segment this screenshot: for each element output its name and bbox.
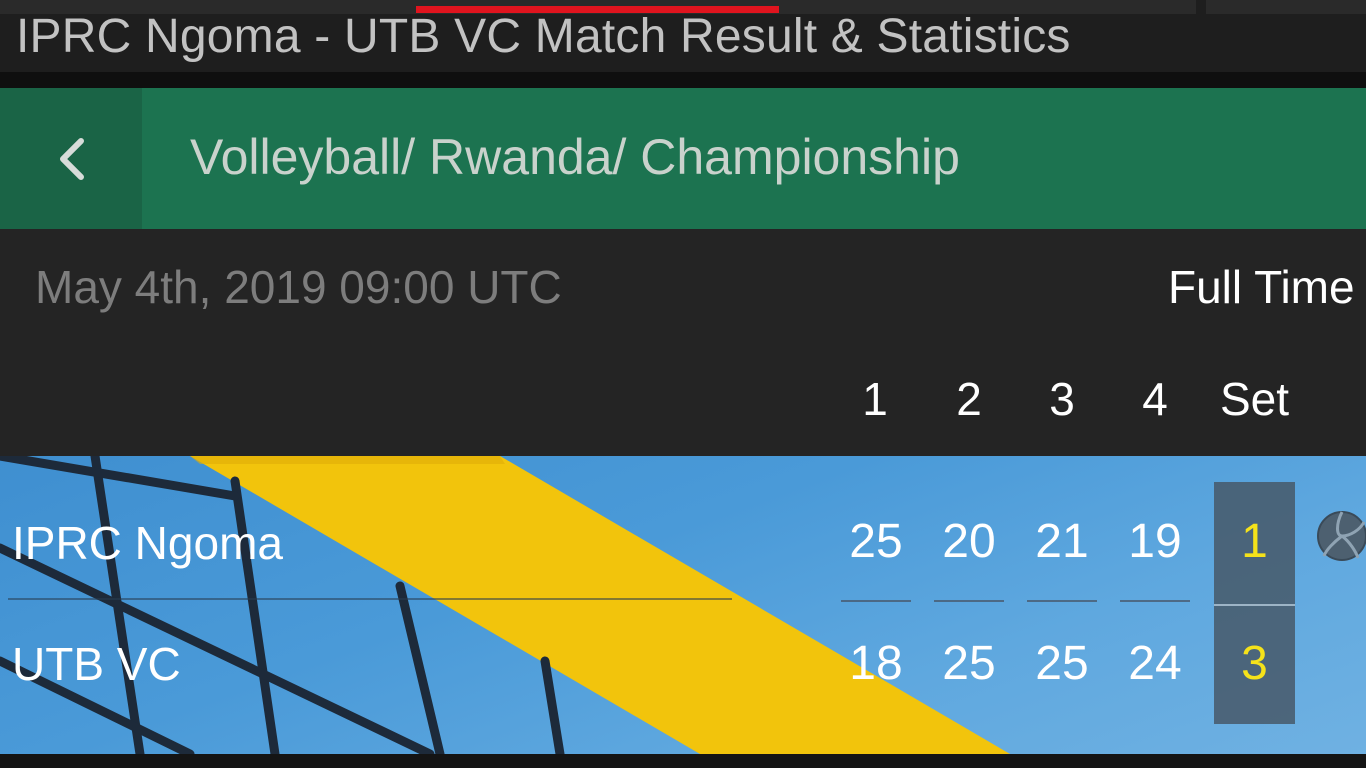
- away-set-1-score: 18: [849, 637, 903, 690]
- score-divider: [934, 600, 1004, 602]
- home-team-name: IPRC Ngoma: [12, 517, 283, 569]
- header-gap: [0, 72, 1366, 88]
- chevron-left-icon: [60, 137, 84, 180]
- title-bar: IPRC Ngoma - UTB VC Match Result & Stati…: [0, 0, 1366, 72]
- volleyball-net-background: [0, 456, 1010, 754]
- tab-strip-secondary: [1206, 0, 1366, 14]
- column-header-sets-total: Set: [1219, 373, 1290, 425]
- column-header-set-3: 3: [1049, 373, 1075, 425]
- bottom-strip: [0, 754, 1366, 768]
- match-info: May 4th, 2019 09:00 UTC Full Time 1 2 3 …: [0, 229, 1366, 456]
- home-set-4-score: 19: [1128, 515, 1182, 568]
- away-set-3-score: 25: [1035, 637, 1089, 690]
- scoreboard: IPRC Ngoma UTB VC 25 20 21 19 18 25 25 2…: [0, 456, 1366, 754]
- breadcrumb[interactable]: Volleyball/ Rwanda/ Championship: [190, 126, 960, 188]
- home-set-3-score: 21: [1035, 515, 1089, 568]
- away-sets-total: 3: [1241, 637, 1268, 690]
- match-status: Full Time: [1168, 261, 1355, 313]
- home-sets-total: 1: [1241, 515, 1268, 568]
- column-header-set-1: 1: [862, 373, 888, 425]
- home-set-2-score: 20: [942, 515, 996, 568]
- sets-total-box: 1 3: [1214, 482, 1295, 724]
- row-divider: [8, 598, 732, 600]
- match-date: May 4th, 2019 09:00 UTC: [35, 261, 562, 313]
- column-header-set-2: 2: [956, 373, 982, 425]
- back-button[interactable]: [0, 88, 142, 229]
- breadcrumb-bar: Volleyball/ Rwanda/ Championship: [0, 88, 1366, 229]
- score-divider: [1027, 600, 1097, 602]
- away-set-2-score: 25: [942, 637, 996, 690]
- sets-total-divider: [1214, 604, 1295, 606]
- away-team-name: UTB VC: [12, 638, 181, 690]
- home-set-1-score: 25: [849, 515, 903, 568]
- score-divider: [841, 600, 911, 602]
- column-header-set-4: 4: [1142, 373, 1168, 425]
- volleyball-icon: [1317, 511, 1366, 561]
- page-title: IPRC Ngoma - UTB VC Match Result & Stati…: [16, 10, 1071, 63]
- away-set-4-score: 24: [1128, 637, 1182, 690]
- score-divider: [1120, 600, 1190, 602]
